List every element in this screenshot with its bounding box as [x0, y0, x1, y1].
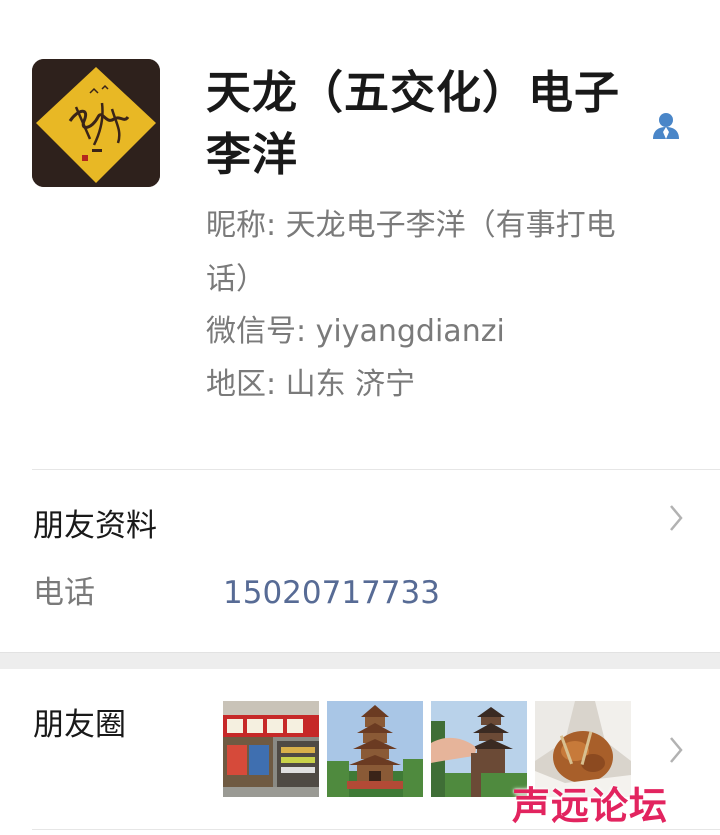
- moments-thumbnail-shop[interactable]: [223, 701, 319, 797]
- pagoda-tower-photo-icon: [327, 701, 423, 797]
- chevron-right-icon[interactable]: [668, 735, 684, 765]
- signature-avatar-icon: [32, 59, 160, 187]
- friend-info-title[interactable]: 朋友资料: [33, 506, 157, 546]
- shop-storefront-photo-icon: [223, 701, 319, 797]
- nickname-line-2: 话）: [206, 262, 266, 297]
- moments-title[interactable]: 朋友圈: [33, 705, 126, 745]
- moments-thumbnail-pagoda[interactable]: [327, 701, 423, 797]
- profile-avatar[interactable]: [32, 59, 160, 187]
- section-gap: [0, 652, 720, 670]
- display-name: 天龙（五交化）电子李洋: [206, 66, 621, 181]
- nickname-line-1: 昵称: 天龙电子李洋（有事打电: [206, 208, 616, 243]
- phone-number-link[interactable]: 15020717733: [223, 573, 440, 613]
- person-icon[interactable]: [650, 110, 682, 142]
- region: 地区: 山东 济宁: [206, 367, 416, 402]
- chevron-right-icon[interactable]: [668, 503, 684, 533]
- wechat-id: 微信号: yiyangdianzi: [206, 314, 505, 349]
- phone-label: 电话: [33, 575, 95, 611]
- profile-header: 天龙（五交化）电子李洋 昵称: 天龙电子李洋（有事打电 话） 微信号: yiya…: [0, 0, 720, 470]
- divider: [32, 469, 720, 470]
- forum-watermark: 声远论坛: [512, 783, 669, 828]
